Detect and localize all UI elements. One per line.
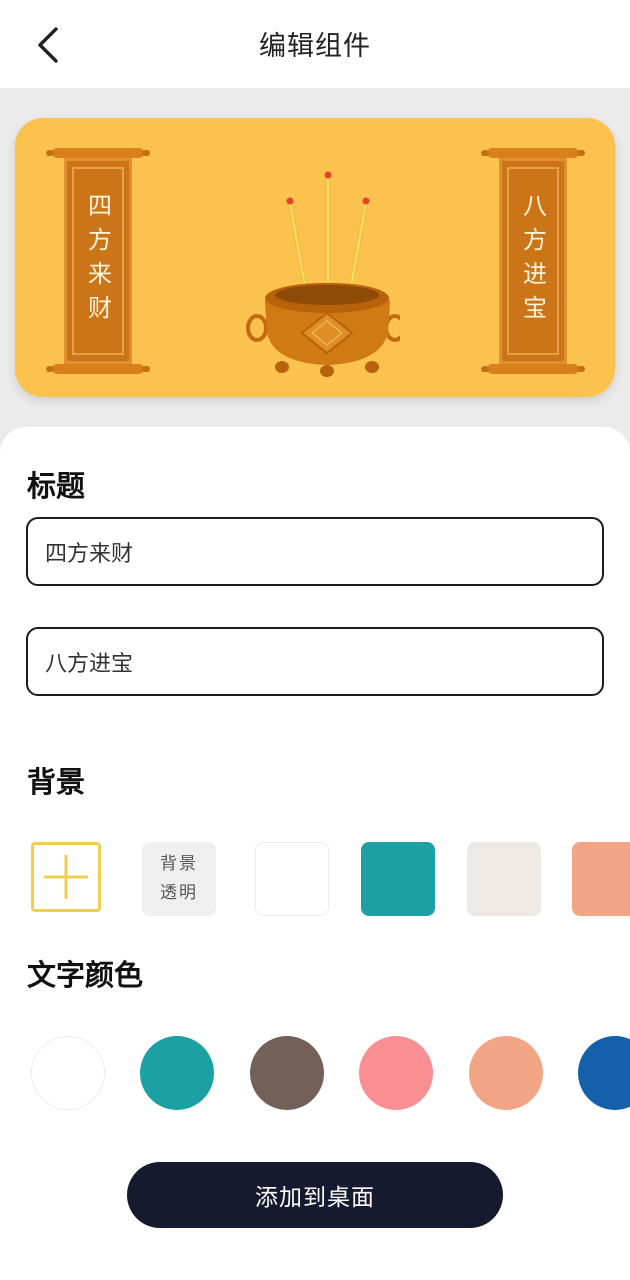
text-color-option[interactable] — [31, 1036, 105, 1110]
title-section-heading: 标题 — [27, 469, 86, 503]
background-swatch[interactable] — [361, 842, 435, 916]
text-color-option[interactable] — [469, 1036, 543, 1110]
title-input-first[interactable] — [26, 517, 604, 586]
plus-icon — [44, 855, 88, 899]
add-to-desktop-button[interactable]: 添加到桌面 — [127, 1162, 503, 1228]
background-swatch[interactable] — [255, 842, 329, 916]
incense-burner-icon — [246, 171, 400, 377]
widget-preview: 四方来财 八方进宝 — [15, 118, 615, 397]
background-swatch[interactable] — [572, 842, 630, 916]
transparent-label-line1: 背景 — [160, 854, 198, 874]
text-color-option[interactable] — [140, 1036, 214, 1110]
transparent-label-line2: 透明 — [160, 883, 198, 903]
text-color-section-heading: 文字颜色 — [27, 958, 144, 992]
transparent-background-option[interactable]: 背景 透明 — [142, 842, 216, 916]
background-swatch[interactable] — [467, 842, 541, 916]
title-input-second[interactable] — [26, 627, 604, 696]
left-scroll-text: 四方来财 — [83, 193, 112, 329]
page-title: 编辑组件 — [259, 31, 371, 62]
background-section-heading: 背景 — [27, 765, 86, 799]
right-scroll-text: 八方进宝 — [518, 193, 547, 329]
text-color-option[interactable] — [578, 1036, 630, 1110]
left-scroll: 四方来财 — [46, 148, 150, 374]
settings-panel: 标题 背景 背景 透明 文字颜色 添加到桌面 — [0, 427, 630, 1280]
text-color-option[interactable] — [359, 1036, 433, 1110]
text-color-row — [0, 1035, 630, 1113]
add-background-button[interactable] — [31, 842, 101, 912]
background-swatch-row: 背景 透明 — [0, 841, 630, 919]
top-bar: 编辑组件 — [0, 0, 630, 88]
text-color-option[interactable] — [250, 1036, 324, 1110]
right-scroll: 八方进宝 — [481, 148, 585, 374]
